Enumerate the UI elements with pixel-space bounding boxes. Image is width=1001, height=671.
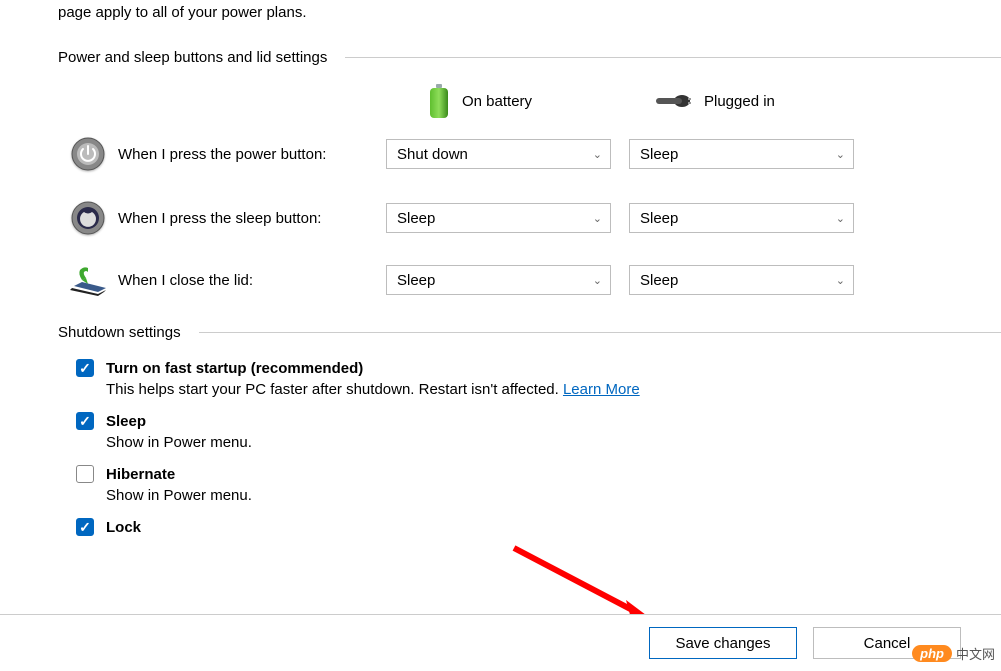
close-lid-plugged-select[interactable]: Sleep ⌄ (629, 265, 854, 295)
shutdown-item-fast-startup: ✓ Turn on fast startup (recommended) Thi… (76, 359, 1001, 398)
shutdown-item-sleep: ✓ Sleep Show in Power menu. (76, 412, 1001, 451)
watermark-text: 中文网 (956, 644, 995, 663)
plug-icon (654, 90, 692, 112)
save-button[interactable]: Save changes (649, 627, 797, 659)
column-header-plugged-label: Plugged in (704, 93, 775, 110)
section-shutdown-header: Shutdown settings (58, 324, 1001, 341)
sleep-button-icon (70, 200, 106, 236)
power-button-icon (70, 136, 106, 172)
laptop-lid-icon (68, 264, 108, 296)
setting-row-close-lid: When I close the lid: Sleep ⌄ Sleep ⌄ (58, 264, 1001, 296)
hibernate-title: Hibernate (106, 466, 175, 483)
section-buttons-lid-header: Power and sleep buttons and lid settings (58, 49, 1001, 66)
sleep-button-battery-value: Sleep (397, 210, 435, 227)
close-lid-battery-select[interactable]: Sleep ⌄ (386, 265, 611, 295)
column-header-battery-label: On battery (462, 93, 532, 110)
sleep-checkbox[interactable]: ✓ (76, 412, 94, 430)
column-header-battery: On battery (408, 84, 650, 118)
watermark: php 中文网 (912, 644, 995, 663)
setting-row-power-button: When I press the power button: Shut down… (58, 136, 1001, 172)
fast-startup-title: Turn on fast startup (recommended) (106, 360, 363, 377)
sleep-button-plugged-select[interactable]: Sleep ⌄ (629, 203, 854, 233)
lock-checkbox[interactable]: ✓ (76, 518, 94, 536)
intro-text: page apply to all of your power plans. (58, 4, 1001, 21)
power-button-battery-value: Shut down (397, 146, 468, 163)
battery-icon (428, 84, 450, 118)
chevron-down-icon: ⌄ (836, 274, 845, 287)
chevron-down-icon: ⌄ (836, 148, 845, 161)
close-lid-label: When I close the lid: (118, 272, 386, 289)
power-button-label: When I press the power button: (118, 146, 386, 163)
close-lid-plugged-value: Sleep (640, 272, 678, 289)
power-button-battery-select[interactable]: Shut down ⌄ (386, 139, 611, 169)
footer-bar: Save changes Cancel (0, 614, 1001, 671)
section-buttons-lid-title: Power and sleep buttons and lid settings (58, 49, 327, 66)
hibernate-checkbox[interactable] (76, 465, 94, 483)
fast-startup-desc: This helps start your PC faster after sh… (106, 381, 1001, 398)
column-headers: On battery Plugged in (58, 84, 1001, 118)
chevron-down-icon: ⌄ (836, 212, 845, 225)
sleep-button-plugged-value: Sleep (640, 210, 678, 227)
learn-more-link[interactable]: Learn More (563, 381, 640, 398)
sleep-title: Sleep (106, 413, 146, 430)
chevron-down-icon: ⌄ (593, 148, 602, 161)
setting-row-sleep-button: When I press the sleep button: Sleep ⌄ S… (58, 200, 1001, 236)
sleep-desc: Show in Power menu. (106, 434, 1001, 451)
php-badge-icon: php (912, 645, 952, 662)
power-button-plugged-value: Sleep (640, 146, 678, 163)
sleep-button-label: When I press the sleep button: (118, 210, 386, 227)
chevron-down-icon: ⌄ (593, 212, 602, 225)
close-lid-battery-value: Sleep (397, 272, 435, 289)
power-button-plugged-select[interactable]: Sleep ⌄ (629, 139, 854, 169)
hibernate-desc: Show in Power menu. (106, 487, 1001, 504)
divider (199, 332, 1001, 333)
shutdown-item-lock: ✓ Lock (76, 518, 1001, 536)
section-shutdown-title: Shutdown settings (58, 324, 181, 341)
shutdown-item-hibernate: Hibernate Show in Power menu. (76, 465, 1001, 504)
chevron-down-icon: ⌄ (593, 274, 602, 287)
sleep-button-battery-select[interactable]: Sleep ⌄ (386, 203, 611, 233)
column-header-plugged: Plugged in (650, 90, 892, 112)
divider (345, 57, 1001, 58)
fast-startup-checkbox[interactable]: ✓ (76, 359, 94, 377)
lock-title: Lock (106, 519, 141, 536)
